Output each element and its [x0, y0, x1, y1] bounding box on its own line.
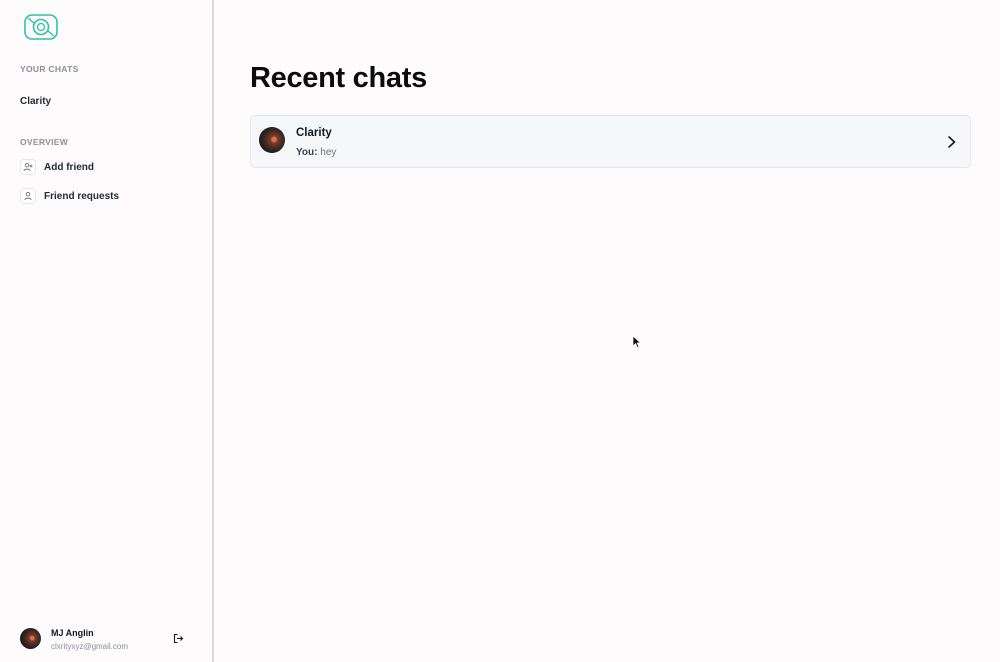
main-content: Recent chats Clarity You: hey [214, 0, 1000, 662]
recent-chat-item[interactable]: Clarity You: hey [250, 115, 971, 168]
avatar [259, 127, 285, 153]
chat-preview: You: hey [296, 147, 336, 158]
user-icon [20, 188, 36, 204]
mouse-pointer-icon [632, 335, 642, 349]
sidebar-item-add-friend[interactable]: Add friend [20, 158, 94, 176]
user-profile: MJ Anglin clxrityxyz@gmail.com [20, 627, 192, 655]
chat-name: Clarity [296, 127, 332, 139]
logout-icon [173, 633, 183, 643]
sidebar-item-label: Friend requests [44, 190, 120, 202]
profile-email: clxrityxyz@gmail.com [51, 642, 129, 651]
sidebar-item-friend-requests[interactable]: Friend requests [20, 187, 119, 205]
profile-name: MJ Anglin [51, 628, 94, 638]
user-plus-icon [20, 159, 36, 175]
sidebar: YOUR CHATS Clarity OVERVIEW Add friend F… [0, 0, 214, 662]
chevron-right-icon [948, 136, 956, 148]
app: YOUR CHATS Clarity OVERVIEW Add friend F… [0, 0, 1000, 662]
page-title: Recent chats [250, 62, 427, 94]
sidebar-chat-clarity[interactable]: Clarity [20, 96, 51, 107]
your-chats-heading: YOUR CHATS [20, 64, 79, 74]
avatar [20, 628, 41, 649]
overview-heading: OVERVIEW [20, 137, 69, 147]
sidebar-item-label: Add friend [44, 161, 94, 173]
chat-preview-sender: You: [296, 147, 318, 158]
chat-preview-message: hey [320, 147, 337, 158]
logout-button[interactable] [171, 631, 185, 645]
chat-bubble-logo-icon[interactable] [23, 12, 59, 42]
